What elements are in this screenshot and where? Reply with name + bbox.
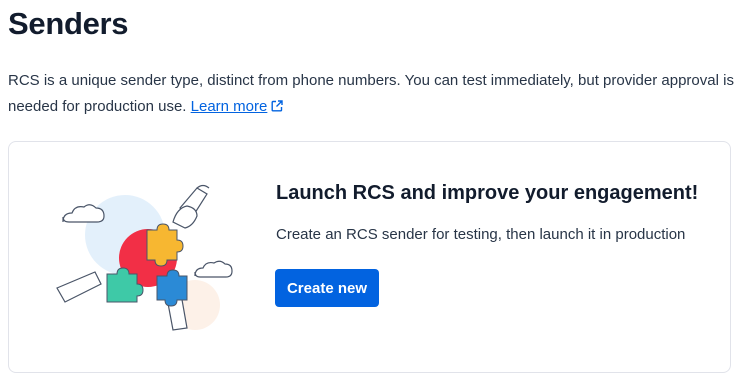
learn-more-link[interactable]: Learn more: [191, 98, 284, 115]
card-description: Create an RCS sender for testing, then l…: [276, 226, 686, 243]
learn-more-label: Learn more: [190, 98, 268, 115]
rcs-launch-card: Launch RCS and improve your engagement! …: [8, 141, 731, 373]
intro-text: RCS is a unique sender type, distinct fr…: [8, 68, 738, 120]
external-link-icon: [271, 100, 284, 112]
create-new-button[interactable]: Create new: [275, 269, 379, 307]
card-heading: Launch RCS and improve your engagement!: [276, 182, 699, 204]
intro-body: RCS is a unique sender type, distinct fr…: [8, 72, 734, 115]
page-title: Senders: [8, 6, 129, 41]
hands-holding-puzzle-pieces-illustration: [56, 184, 233, 331]
